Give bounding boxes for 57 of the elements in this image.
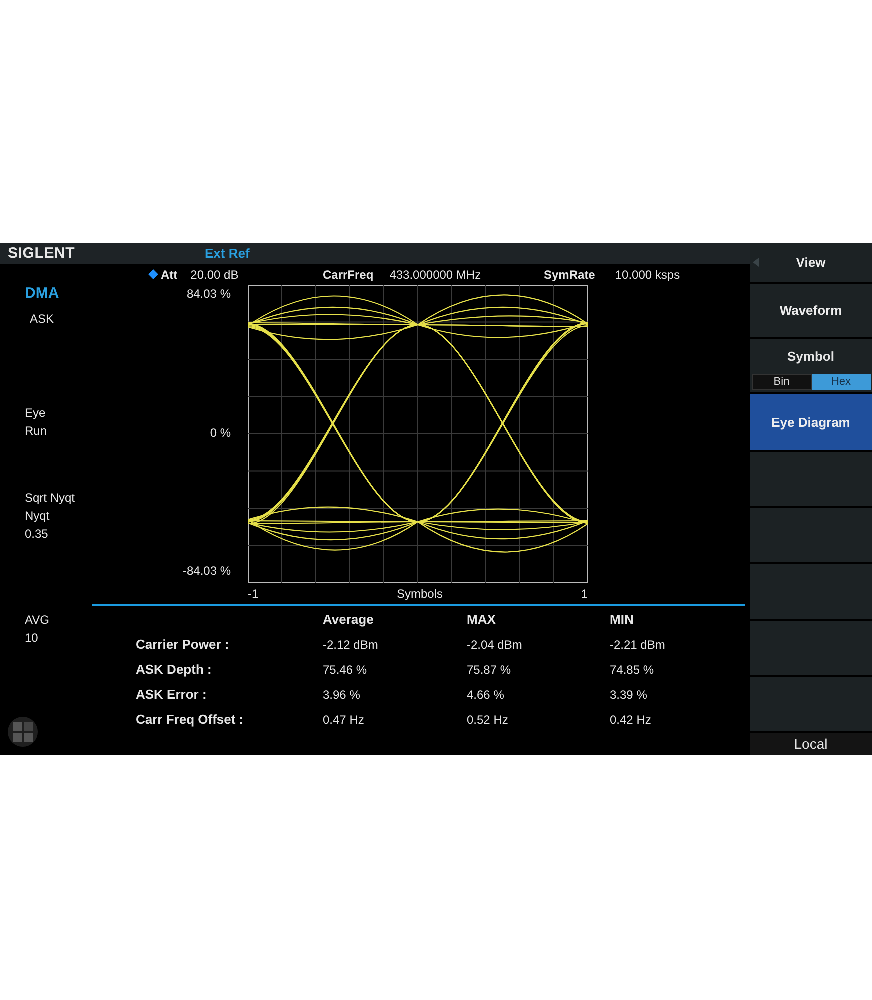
blank-softkey[interactable] xyxy=(750,620,872,675)
table-cell-text: 0.52 Hz xyxy=(467,712,510,726)
left-triangle-icon xyxy=(753,258,759,267)
blank-softkey[interactable] xyxy=(750,452,872,506)
apps-grid-icon[interactable] xyxy=(8,717,38,747)
table-cell-text: 3.39 % xyxy=(610,688,648,702)
softkey-button[interactable]: Waveform xyxy=(750,284,872,337)
toggle-option[interactable]: Bin xyxy=(752,374,812,390)
reference-status: Ext Ref xyxy=(205,246,250,261)
info-value: 20.00 dB xyxy=(190,268,239,282)
blank-softkey[interactable] xyxy=(750,676,872,732)
row-label: ASK Depth : xyxy=(136,662,213,677)
toggle-option[interactable]: Hex xyxy=(812,374,871,390)
column-header: MIN xyxy=(610,612,635,627)
table-cell-text: 0.47 Hz xyxy=(323,712,366,726)
softkey-label: Symbol xyxy=(786,348,836,366)
table-cell-text: 74.85 % xyxy=(610,662,656,676)
remote-status: Local xyxy=(750,733,872,756)
table-cell-text: -2.04 dBm xyxy=(467,638,524,652)
blank-softkey[interactable] xyxy=(750,508,872,562)
average-count: 10 xyxy=(25,630,38,647)
row-label: Carr Freq Offset : xyxy=(136,712,245,727)
table-cell-text: 75.87 % xyxy=(467,662,512,676)
row-label: Carrier Power : xyxy=(136,637,230,652)
filter-label: Sqrt Nyqt xyxy=(25,490,76,507)
table-cell-text: 4.66 % xyxy=(467,688,506,702)
info-value: 433.000000 MHz xyxy=(390,268,482,282)
table-cell-text: -2.21 dBm xyxy=(610,638,666,652)
info-label: SymRate xyxy=(544,268,596,282)
display-label: Eye xyxy=(25,405,46,422)
blank-softkey[interactable] xyxy=(750,564,872,619)
mode-label: DMA xyxy=(25,284,60,304)
x-axis-label: -1 xyxy=(248,586,259,600)
table-cell-text: 3.96 % xyxy=(323,688,362,702)
y-axis-label: 84.03 % xyxy=(186,287,231,301)
column-header: Average xyxy=(323,612,375,627)
row-label: ASK Error : xyxy=(136,687,208,702)
view-softkey[interactable]: View xyxy=(750,243,872,282)
y-axis-label: 0 % xyxy=(210,426,231,440)
info-value: 10.000 ksps xyxy=(615,268,680,282)
alpha-value: 0.35 xyxy=(25,526,48,543)
table-cell-text: 75.46 % xyxy=(323,662,368,676)
info-label: Att xyxy=(161,268,178,282)
table-cell-text: 0.42 Hz xyxy=(610,712,652,726)
logo: SIGLENT xyxy=(8,245,76,262)
info-label: CarrFreq xyxy=(323,268,374,282)
x-axis-label: Symbols xyxy=(396,586,443,600)
average-label: AVG xyxy=(25,612,50,629)
y-axis-label: -84.03 % xyxy=(182,564,231,578)
run-state: Run xyxy=(25,423,48,440)
modulation-label: ASK xyxy=(30,311,54,328)
x-axis-label: 1 xyxy=(581,586,588,600)
column-header: MAX xyxy=(467,612,497,627)
softkey-button[interactable]: Eye Diagram xyxy=(750,394,872,450)
table-cell-text: -2.12 dBm xyxy=(323,638,380,652)
symbol-softkey[interactable]: Symbol Bin Hex xyxy=(750,339,872,392)
filter-type: Nyqt xyxy=(25,508,50,525)
